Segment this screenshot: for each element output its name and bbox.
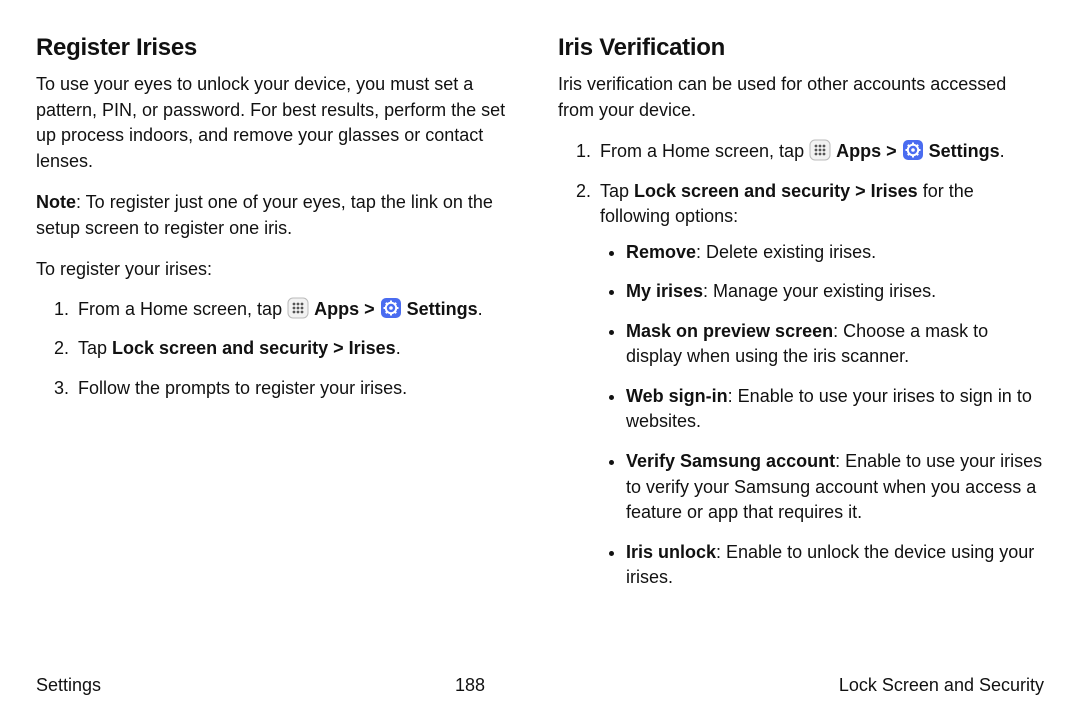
step2-pre: Tap [78, 338, 112, 358]
step-2: Tap Lock screen and security > Irises fo… [596, 179, 1044, 591]
settings-icon [902, 139, 924, 161]
footer-right: Lock Screen and Security [839, 675, 1044, 696]
step2-bold: Lock screen and security > Irises [634, 181, 918, 201]
page-footer: Settings 188 Lock Screen and Security [36, 675, 1044, 696]
step2-bold: Lock screen and security > Irises [112, 338, 396, 358]
step-3: Follow the prompts to register your iris… [74, 376, 522, 402]
options-list: Remove: Delete existing irises. My irise… [600, 240, 1044, 591]
right-column: Iris Verification Iris verification can … [558, 34, 1044, 605]
step-1: From a Home screen, tap Apps > [74, 297, 522, 323]
note-text: : To register just one of your eyes, tap… [36, 192, 493, 238]
list-item: Web sign-in: Enable to use your irises t… [626, 384, 1044, 435]
settings-icon [380, 297, 402, 319]
option-label: Verify Samsung account [626, 451, 835, 471]
apps-label: Apps [836, 141, 881, 161]
apps-label: Apps [314, 299, 359, 319]
list-item: Verify Samsung account: Enable to use yo… [626, 449, 1044, 526]
intro-paragraph: Iris verification can be used for other … [558, 72, 1044, 123]
settings-label: Settings [407, 299, 478, 319]
option-text: : Manage your existing irises. [703, 281, 936, 301]
step1-pre: From a Home screen, tap [600, 141, 809, 161]
step-2: Tap Lock screen and security > Irises. [74, 336, 522, 362]
footer-left: Settings [36, 675, 101, 696]
heading-register-irises: Register Irises [36, 34, 522, 62]
option-label: Remove [626, 242, 696, 262]
period: . [1000, 141, 1005, 161]
arrow: > [359, 299, 380, 319]
arrow: > [881, 141, 902, 161]
option-label: Web sign-in [626, 386, 728, 406]
content-columns: Register Irises To use your eyes to unlo… [36, 34, 1044, 605]
verification-steps: From a Home screen, tap Apps > [558, 139, 1044, 591]
left-column: Register Irises To use your eyes to unlo… [36, 34, 522, 605]
list-item: Remove: Delete existing irises. [626, 240, 1044, 266]
page-number: 188 [455, 675, 485, 696]
period: . [478, 299, 483, 319]
lead-text: To register your irises: [36, 257, 522, 283]
note-paragraph: Note: To register just one of your eyes,… [36, 190, 522, 241]
settings-label: Settings [929, 141, 1000, 161]
intro-paragraph: To use your eyes to unlock your device, … [36, 72, 522, 174]
apps-icon [809, 139, 831, 161]
list-item: Iris unlock: Enable to unlock the device… [626, 540, 1044, 591]
register-steps: From a Home screen, tap Apps > [36, 297, 522, 402]
heading-iris-verification: Iris Verification [558, 34, 1044, 62]
note-label: Note [36, 192, 76, 212]
option-text: : Delete existing irises. [696, 242, 876, 262]
option-label: Mask on preview screen [626, 321, 833, 341]
list-item: Mask on preview screen: Choose a mask to… [626, 319, 1044, 370]
step1-pre: From a Home screen, tap [78, 299, 287, 319]
period: . [396, 338, 401, 358]
apps-icon [287, 297, 309, 319]
list-item: My irises: Manage your existing irises. [626, 279, 1044, 305]
option-label: My irises [626, 281, 703, 301]
step-1: From a Home screen, tap Apps > [596, 139, 1044, 165]
option-label: Iris unlock [626, 542, 716, 562]
step2-pre: Tap [600, 181, 634, 201]
